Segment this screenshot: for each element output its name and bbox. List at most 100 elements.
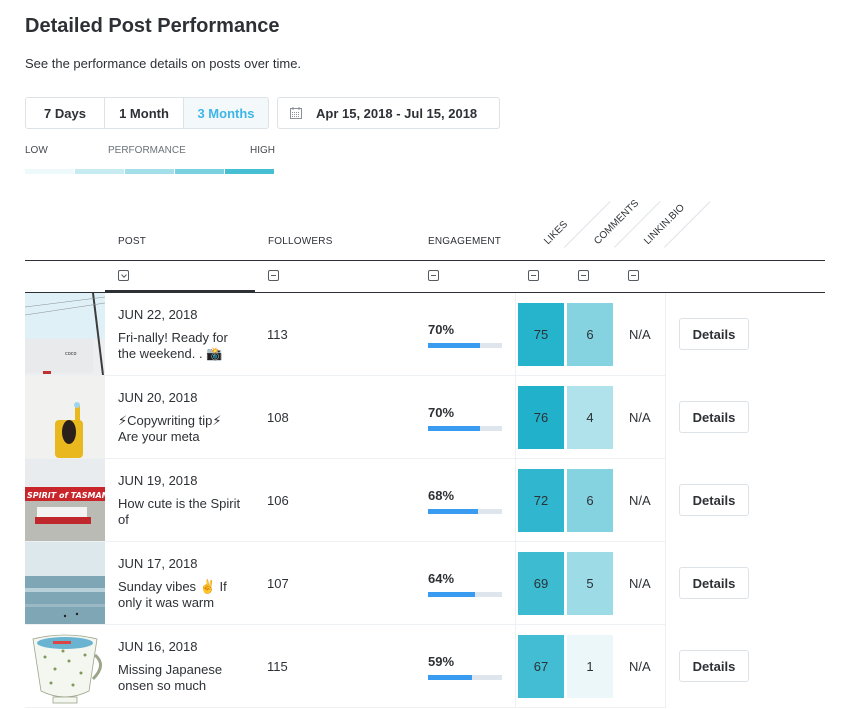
details-button[interactable]: Details	[679, 484, 749, 516]
legend-swatch	[25, 169, 74, 174]
engagement-value: 70%	[428, 405, 455, 420]
comments-cell: 6	[567, 303, 613, 366]
likes-cell: 76	[518, 386, 564, 449]
engagement-value: 59%	[428, 654, 455, 669]
column-header-likes[interactable]: LIKES	[542, 219, 570, 247]
linkin-bio-value: N/A	[629, 576, 651, 591]
comments-cell: 1	[567, 635, 613, 698]
column-divider	[665, 542, 666, 625]
followers-value: 113	[267, 327, 288, 342]
column-divider	[515, 293, 516, 376]
post-thumbnail[interactable]	[25, 376, 105, 458]
legend-swatch	[225, 169, 274, 174]
svg-text:SPIRIT of TASMANIA: SPIRIT of TASMANIA	[27, 491, 105, 500]
engagement-bar-fill	[428, 426, 480, 431]
range-3-months-button[interactable]: 3 Months	[184, 98, 268, 128]
sort-likes-icon[interactable]	[528, 270, 539, 281]
engagement-bar	[428, 675, 502, 680]
column-header-followers[interactable]: FOLLOWERS	[268, 236, 333, 247]
linkin-bio-value: N/A	[629, 410, 651, 425]
column-divider	[515, 459, 516, 542]
post-thumbnail[interactable]: coco	[25, 293, 105, 375]
engagement-value: 68%	[428, 488, 455, 503]
post-date: JUN 20, 2018	[118, 390, 198, 405]
post-thumbnail[interactable]	[25, 542, 105, 624]
column-divider	[515, 376, 516, 459]
details-button[interactable]: Details	[679, 401, 749, 433]
column-header-linkin-bio[interactable]: LINKIN.BIO	[642, 202, 687, 247]
post-caption: Fri-nally! Ready for the weekend. . 📸	[118, 330, 228, 361]
post-caption: Sunday vibes ✌️ If only it was warm	[118, 579, 227, 610]
table-row: SPIRIT of TASMANIA JUN 19, 2018 How cute…	[25, 459, 749, 542]
sort-engagement-icon[interactable]	[428, 270, 439, 281]
likes-cell: 67	[518, 635, 564, 698]
legend-swatch	[125, 169, 174, 174]
range-7-days-button[interactable]: 7 Days	[26, 98, 105, 128]
details-button[interactable]: Details	[679, 567, 749, 599]
header-top-rule	[25, 260, 825, 261]
column-divider	[515, 625, 516, 708]
column-divider	[665, 625, 666, 708]
legend-swatch	[175, 169, 224, 174]
followers-value: 115	[267, 659, 288, 674]
column-divider	[665, 376, 666, 459]
sort-linkin-bio-icon[interactable]	[628, 270, 639, 281]
followers-value: 107	[267, 576, 289, 591]
sort-comments-icon[interactable]	[578, 270, 589, 281]
engagement-bar	[428, 343, 502, 348]
legend-gradient-bar	[25, 169, 274, 174]
column-divider	[515, 542, 516, 625]
legend-low-label: LOW	[25, 145, 48, 156]
calendar-icon	[290, 107, 302, 119]
comments-cell: 6	[567, 469, 613, 532]
column-header-engagement[interactable]: ENGAGEMENT	[428, 236, 501, 247]
post-date: JUN 19, 2018	[118, 473, 198, 488]
post-thumbnail[interactable]	[25, 625, 105, 707]
post-date: JUN 22, 2018	[118, 307, 198, 322]
page-subtitle: See the performance details on posts ove…	[25, 56, 302, 71]
linkin-bio-value: N/A	[629, 493, 651, 508]
post-caption: ⚡Copywriting tip⚡ Are your meta	[118, 413, 222, 444]
post-date: JUN 16, 2018	[118, 639, 198, 654]
post-caption: Missing Japanese onsen so much	[118, 662, 223, 693]
column-header-post[interactable]: POST	[118, 236, 146, 247]
range-1-month-button[interactable]: 1 Month	[105, 98, 184, 128]
details-button[interactable]: Details	[679, 318, 749, 350]
post-caption: How cute is the Spirit of	[118, 496, 241, 527]
column-divider	[665, 459, 666, 542]
engagement-bar-fill	[428, 592, 476, 597]
table-row: coco JUN 22, 2018 Fri-nally! Ready for t…	[25, 293, 749, 376]
engagement-bar	[428, 426, 502, 431]
engagement-value: 64%	[428, 571, 455, 586]
followers-value: 108	[267, 410, 289, 425]
sort-desc-icon[interactable]	[118, 270, 129, 281]
linkin-bio-value: N/A	[629, 327, 651, 342]
range-selector: 7 Days 1 Month 3 Months	[25, 97, 269, 129]
engagement-bar-fill	[428, 509, 479, 514]
followers-value: 106	[267, 493, 289, 508]
table-row: JUN 20, 2018 ⚡Copywriting tip⚡ Are your …	[25, 376, 749, 459]
engagement-bar-fill	[428, 675, 472, 680]
legend-high-label: HIGH	[250, 145, 275, 156]
engagement-value: 70%	[428, 322, 455, 337]
linkin-bio-value: N/A	[629, 659, 651, 674]
details-button[interactable]: Details	[679, 650, 749, 682]
table-row: JUN 17, 2018 Sunday vibes ✌️ If only it …	[25, 542, 749, 625]
engagement-bar	[428, 509, 502, 514]
date-range-picker[interactable]: Apr 15, 2018 - Jul 15, 2018	[277, 97, 500, 129]
legend-title: PERFORMANCE	[108, 145, 186, 156]
column-divider	[665, 293, 666, 376]
post-table-body: coco JUN 22, 2018 Fri-nally! Ready for t…	[25, 293, 749, 708]
likes-cell: 69	[518, 552, 564, 615]
post-thumbnail[interactable]: SPIRIT of TASMANIA	[25, 459, 105, 541]
engagement-bar-fill	[428, 343, 480, 348]
svg-text:coco: coco	[65, 351, 77, 357]
date-range-text: Apr 15, 2018 - Jul 15, 2018	[316, 105, 478, 121]
sort-followers-icon[interactable]	[268, 270, 279, 281]
table-row: JUN 16, 2018 Missing Japanese onsen so m…	[25, 625, 749, 708]
comments-cell: 4	[567, 386, 613, 449]
likes-cell: 72	[518, 469, 564, 532]
column-header-comments[interactable]: COMMENTS	[592, 198, 641, 247]
legend-swatch	[75, 169, 124, 174]
page-title: Detailed Post Performance	[25, 15, 280, 37]
